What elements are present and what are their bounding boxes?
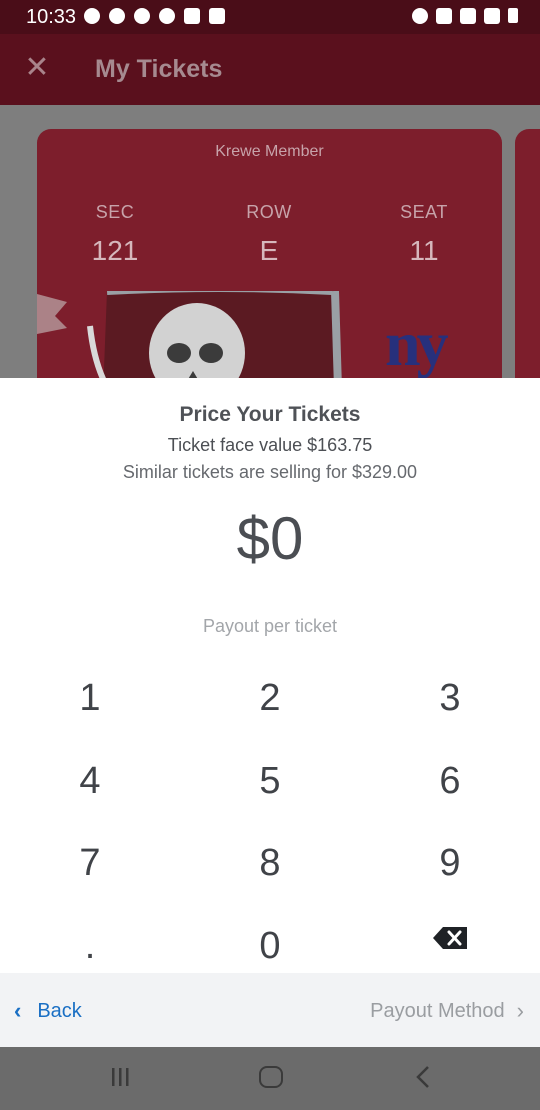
lock-icon bbox=[436, 8, 452, 24]
payout-method-label: Payout Method bbox=[370, 999, 505, 1022]
back-label: Back bbox=[37, 999, 82, 1022]
back-button[interactable]: ‹ Back bbox=[14, 998, 82, 1024]
payout-label: Payout per ticket bbox=[202, 616, 338, 636]
sheet-title: Price Your Tickets bbox=[179, 403, 361, 426]
opponent-logo: ny bbox=[385, 308, 449, 378]
seat-info: SEAT 11 bbox=[364, 202, 484, 267]
ticket-tier: Krewe Member bbox=[215, 143, 324, 160]
close-icon[interactable]: ✕ bbox=[22, 53, 52, 83]
key-1[interactable]: 1 bbox=[30, 658, 150, 738]
facebook-icon bbox=[109, 8, 125, 24]
seat-label: SEAT bbox=[400, 202, 448, 222]
bag-icon bbox=[184, 8, 200, 24]
alarm-icon bbox=[159, 8, 175, 24]
team-logo-icon bbox=[87, 291, 342, 378]
row-label: ROW bbox=[246, 202, 292, 222]
key-4[interactable]: 4 bbox=[30, 741, 150, 821]
footer-nav: ‹ Back Payout Method › bbox=[0, 973, 540, 1047]
next-ticket-card bbox=[515, 129, 540, 378]
page-title: My Tickets bbox=[95, 55, 223, 83]
chevron-right-icon: › bbox=[516, 998, 524, 1023]
tag-icon bbox=[134, 8, 150, 24]
key-3[interactable]: 3 bbox=[390, 658, 510, 738]
section-value: 121 bbox=[91, 235, 139, 266]
alarm-icon bbox=[412, 8, 428, 24]
battery-icon bbox=[508, 8, 518, 23]
messenger-icon bbox=[84, 8, 100, 24]
row-info: ROW E bbox=[209, 202, 329, 267]
chevron-left-icon: ‹ bbox=[14, 998, 22, 1023]
back-nav-icon[interactable] bbox=[412, 1064, 434, 1090]
status-time: 10:33 bbox=[26, 6, 77, 28]
system-icons bbox=[412, 8, 518, 24]
recents-icon[interactable] bbox=[109, 1067, 131, 1087]
data-icon bbox=[460, 8, 476, 24]
seat-value: 11 bbox=[409, 235, 439, 266]
notification-icons bbox=[84, 8, 225, 24]
payout-method-button[interactable]: Payout Method › bbox=[370, 998, 524, 1024]
key-6[interactable]: 6 bbox=[390, 741, 510, 821]
price-display: $0 bbox=[236, 505, 304, 572]
home-icon[interactable] bbox=[259, 1066, 283, 1088]
key-9[interactable]: 9 bbox=[390, 823, 510, 903]
price-sheet: Price Your Tickets Ticket face value $16… bbox=[0, 378, 540, 973]
section-info: SEC 121 bbox=[55, 202, 175, 267]
face-value-text: Ticket face value $163.75 bbox=[167, 435, 373, 455]
section-label: SEC bbox=[95, 202, 135, 222]
backspace-icon[interactable] bbox=[433, 927, 467, 949]
similar-price-text: Similar tickets are selling for $329.00 bbox=[122, 462, 418, 482]
youtube-icon bbox=[209, 8, 225, 24]
key-7[interactable]: 7 bbox=[30, 823, 150, 903]
key-5[interactable]: 5 bbox=[210, 741, 330, 821]
flag-icon bbox=[37, 294, 67, 334]
key-8[interactable]: 8 bbox=[210, 823, 330, 903]
app-bar: ✕ My Tickets bbox=[0, 34, 540, 105]
system-nav-bar bbox=[0, 1047, 540, 1110]
key-2[interactable]: 2 bbox=[210, 658, 330, 738]
ticket-card: Krewe Member SEC 121 ROW E SEAT 11 ny bbox=[37, 129, 502, 378]
signal-icon bbox=[484, 8, 500, 24]
row-value: E bbox=[259, 235, 279, 266]
ticket-carousel-overlay: Krewe Member SEC 121 ROW E SEAT 11 ny bbox=[0, 105, 540, 378]
status-bar: 10:33 bbox=[0, 0, 540, 34]
